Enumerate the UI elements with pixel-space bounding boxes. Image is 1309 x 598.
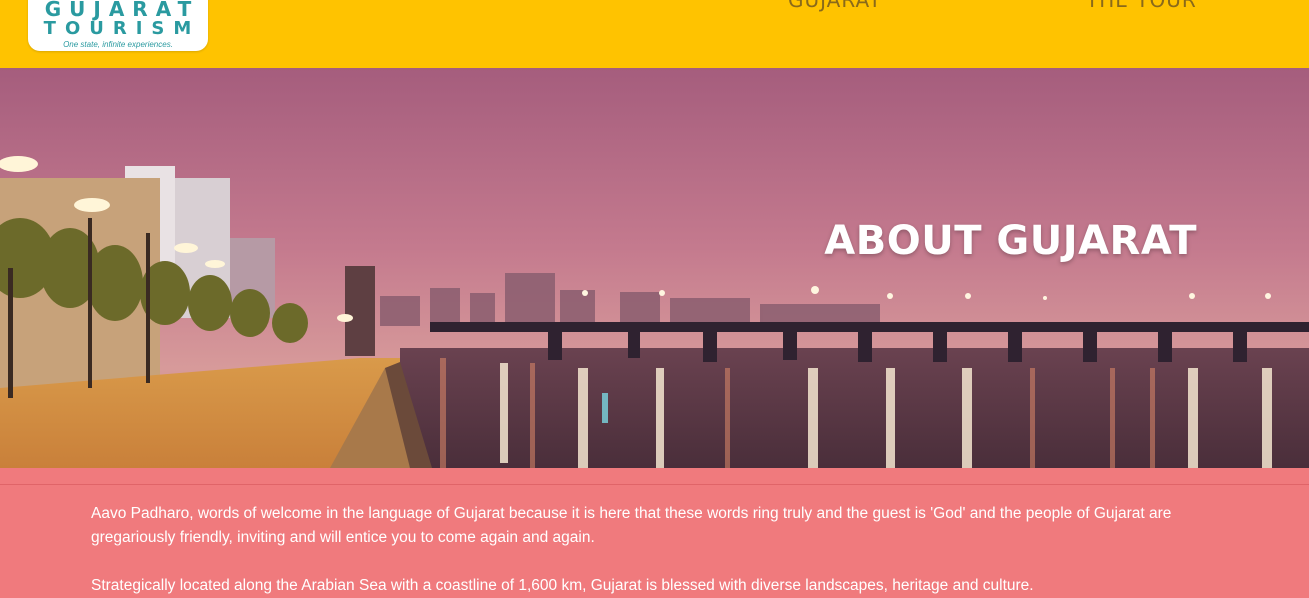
about-content: Aavo Padharo, words of welcome in the la…	[0, 468, 1309, 594]
hero-banner: ABOUT GUJARAT	[0, 68, 1309, 468]
logo-tagline: One state, infinite experiences.	[63, 40, 173, 49]
riverfront-night-image	[0, 68, 1309, 468]
site-header: GUJARAT TOURISM One state, infinite expe…	[0, 0, 1309, 68]
nav-item-gujarat[interactable]: GUJARAT	[788, 0, 882, 12]
about-paragraph-2: Strategically located along the Arabian …	[91, 577, 1034, 594]
hero-title: ABOUT GUJARAT	[824, 218, 1197, 264]
logo-line-1: GUJARAT	[44, 0, 200, 21]
gujarat-tourism-logo[interactable]: GUJARAT TOURISM One state, infinite expe…	[28, 0, 208, 51]
section-divider	[0, 484, 1309, 485]
about-paragraph-1: Aavo Padharo, words of welcome in the la…	[91, 505, 1172, 546]
nav-item-the-tour[interactable]: THE TOUR	[1086, 0, 1197, 12]
logo-line-2: TOURISM	[43, 18, 201, 39]
